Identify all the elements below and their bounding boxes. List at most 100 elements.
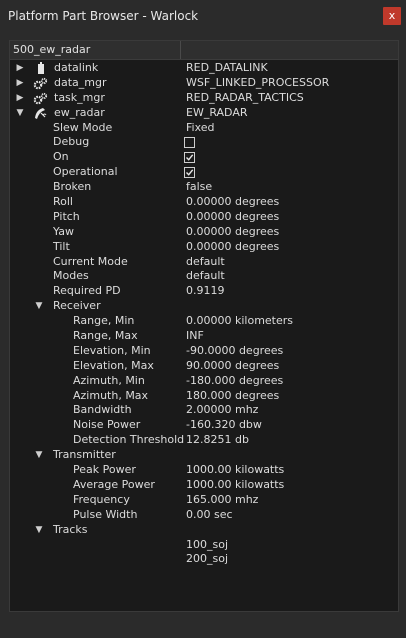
property-row[interactable]: Azimuth, Min -180.000 degrees [10, 374, 398, 389]
tree-item-datalink[interactable]: ▶ datalink RED_DATALINK [10, 61, 398, 76]
property-label: Elevation, Max [73, 358, 154, 372]
checkmark-icon [186, 169, 194, 176]
property-row[interactable]: Broken false [10, 180, 398, 195]
property-value: -180.000 degrees [186, 373, 284, 387]
property-row[interactable]: Tilt 0.00000 degrees [10, 240, 398, 255]
property-row[interactable]: Azimuth, Max 180.000 degrees [10, 389, 398, 404]
tree-item-data-mgr[interactable]: ▶ data_mgr WSF_LINKED_PROCESSOR [10, 76, 398, 91]
property-row[interactable]: Debug [10, 135, 398, 150]
header-column-name[interactable]: 500_ew_radar [10, 41, 181, 59]
collapse-arrow-icon[interactable]: ▼ [34, 523, 44, 538]
expand-arrow-icon[interactable]: ▶ [15, 76, 25, 91]
property-value: -160.320 dbw [186, 418, 262, 432]
collapse-arrow-icon[interactable]: ▼ [34, 299, 44, 314]
property-row[interactable]: Peak Power 1000.00 kilowatts [10, 463, 398, 478]
tree-item-label: task_mgr [54, 90, 105, 104]
property-value: 90.0000 degrees [186, 358, 280, 372]
tree-item-label: data_mgr [54, 75, 107, 89]
property-value: 1000.00 kilowatts [186, 477, 285, 491]
property-row[interactable]: Range, Max INF [10, 329, 398, 344]
property-label: On [53, 150, 69, 164]
property-value: 0.00000 degrees [186, 195, 280, 209]
operational-checkbox[interactable] [184, 167, 195, 179]
tree-group-receiver[interactable]: ▼ Receiver [10, 299, 398, 314]
tree-group-transmitter[interactable]: ▼ Transmitter [10, 448, 398, 463]
property-label: Peak Power [73, 463, 136, 477]
property-row[interactable]: Bandwidth 2.00000 mhz [10, 403, 398, 418]
gears-icon [33, 77, 48, 90]
tree-item-label: ew_radar [54, 105, 105, 119]
property-value: 0.00000 kilometers [186, 314, 294, 328]
property-label: Yaw [53, 224, 74, 238]
property-label: Pulse Width [73, 507, 138, 521]
property-value: 0.00000 degrees [186, 224, 280, 238]
datalink-icon [34, 62, 48, 75]
property-row[interactable]: Yaw 0.00000 degrees [10, 225, 398, 240]
header-platform-label: 500_ew_radar [13, 43, 91, 56]
property-row[interactable]: Modes default [10, 269, 398, 284]
title-bar: Platform Part Browser - Warlock x [0, 0, 406, 34]
property-value: 0.9119 [186, 284, 225, 298]
track-row[interactable]: 200_soj [10, 552, 398, 567]
property-row[interactable]: Current Mode default [10, 255, 398, 270]
radar-dish-icon [33, 107, 47, 120]
property-label: Pitch [53, 209, 80, 223]
property-value: 2.00000 mhz [186, 403, 259, 417]
property-value: 0.00000 degrees [186, 209, 280, 223]
expand-arrow-icon[interactable]: ▶ [15, 61, 25, 76]
group-label: Tracks [53, 522, 88, 536]
property-label: Roll [53, 195, 73, 209]
track-row[interactable]: 100_soj [10, 538, 398, 553]
property-label: Noise Power [73, 418, 141, 432]
tree-header: 500_ew_radar [10, 41, 398, 60]
property-label: Bandwidth [73, 403, 132, 417]
property-value: 180.000 degrees [186, 388, 280, 402]
property-row[interactable]: Roll 0.00000 degrees [10, 195, 398, 210]
property-label: Debug [53, 135, 90, 149]
property-row[interactable]: Range, Min 0.00000 kilometers [10, 314, 398, 329]
property-row[interactable]: Noise Power -160.320 dbw [10, 418, 398, 433]
property-value: Fixed [186, 120, 215, 134]
property-label: Required PD [53, 284, 121, 298]
tree-item-task-mgr[interactable]: ▶ task_mgr RED_RADAR_TACTICS [10, 91, 398, 106]
property-row[interactable]: Operational [10, 165, 398, 180]
gears-icon [33, 92, 48, 105]
tree-item-value: EW_RADAR [186, 105, 248, 119]
checkmark-icon [186, 154, 194, 162]
property-row[interactable]: Average Power 1000.00 kilowatts [10, 478, 398, 493]
property-label: Azimuth, Max [73, 388, 149, 402]
tree-item-value: RED_DATALINK [186, 61, 268, 74]
property-row[interactable]: On [10, 150, 398, 165]
tree-rows: ▶ datalink RED_DATALINK ▶ data_mgr WSF_L… [10, 61, 398, 567]
property-row[interactable]: Required PD 0.9119 [10, 284, 398, 299]
property-label: Tilt [53, 239, 70, 253]
expand-arrow-icon[interactable]: ▶ [15, 91, 25, 106]
property-label: Azimuth, Min [73, 373, 145, 387]
close-button[interactable]: x [383, 7, 401, 25]
property-label: Current Mode [53, 254, 128, 268]
tree-item-value: WSF_LINKED_PROCESSOR [186, 75, 330, 89]
track-value: 100_soj [186, 537, 229, 551]
debug-checkbox[interactable] [184, 137, 195, 149]
property-row[interactable]: Elevation, Min -90.0000 degrees [10, 344, 398, 359]
property-label: Detection Threshold [73, 433, 185, 447]
property-value: 165.000 mhz [186, 492, 259, 506]
tree-item-value: RED_RADAR_TACTICS [186, 90, 304, 104]
window-title: Platform Part Browser - Warlock [8, 9, 199, 23]
collapse-arrow-icon[interactable]: ▼ [34, 448, 44, 463]
tree-group-tracks[interactable]: ▼ Tracks [10, 523, 398, 538]
property-label: Broken [53, 180, 92, 194]
property-row[interactable]: Detection Threshold 12.8251 db [10, 433, 398, 448]
part-tree[interactable]: 500_ew_radar ▶ datalink RED_DATALINK ▶ d… [9, 40, 399, 612]
property-row[interactable]: Pulse Width 0.00 sec [10, 508, 398, 523]
property-row[interactable]: Slew Mode Fixed [10, 121, 398, 136]
property-row[interactable]: Pitch 0.00000 degrees [10, 210, 398, 225]
collapse-arrow-icon[interactable]: ▼ [15, 106, 25, 121]
tree-item-ew-radar[interactable]: ▼ ew_radar EW_RADAR [10, 106, 398, 121]
header-column-value[interactable] [181, 41, 398, 59]
property-row[interactable]: Elevation, Max 90.0000 degrees [10, 359, 398, 374]
property-row[interactable]: Frequency 165.000 mhz [10, 493, 398, 508]
property-value: 0.00 sec [186, 507, 233, 521]
on-checkbox[interactable] [184, 152, 195, 164]
tree-item-label: datalink [54, 61, 99, 74]
